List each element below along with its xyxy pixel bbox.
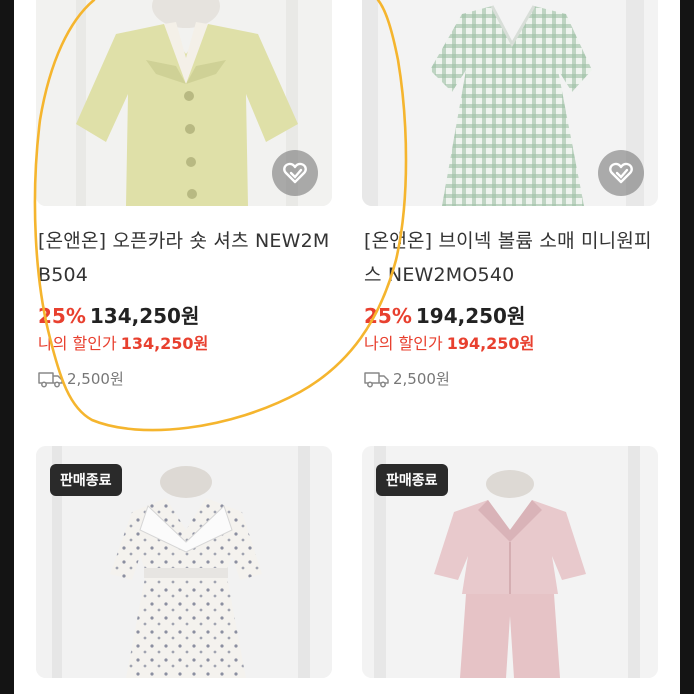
my-price-label: 나의 할인가 [364, 334, 443, 353]
shipping-fee: 2,500원 [364, 368, 450, 389]
heart-icon [609, 162, 633, 184]
price-row: 25% 134,250원 [38, 300, 199, 329]
screen-frame-right [680, 0, 694, 694]
shipping-amount: 2,500원 [67, 370, 124, 388]
truck-icon [364, 371, 389, 387]
product-card[interactable]: [온앤온] 브이넥 볼륨 소매 미니원피스 NEW2MO540 25% 194,2… [362, 0, 658, 424]
my-discount-price: 나의 할인가 194,250원 [364, 330, 534, 354]
sale-price: 134,250원 [89, 304, 200, 328]
my-price-amount: 194,250원 [446, 334, 535, 353]
product-title[interactable]: [온앤온] 브이넥 볼륨 소매 미니원피스 NEW2MO540 [364, 224, 656, 292]
product-image[interactable]: 판매종료 [362, 446, 658, 678]
sold-out-badge: 판매종료 [50, 464, 122, 496]
wishlist-button[interactable] [598, 150, 644, 196]
product-title[interactable]: [온앤온] 오픈카라 숏 셔츠 NEW2MB504 [38, 224, 330, 292]
sold-out-badge: 판매종료 [376, 464, 448, 496]
truck-icon [38, 371, 63, 387]
price-row: 25% 194,250원 [364, 300, 525, 329]
my-price-amount: 134,250원 [120, 334, 209, 353]
heart-icon [283, 162, 307, 184]
product-image[interactable] [36, 0, 332, 206]
discount-rate: 25% [38, 304, 86, 328]
shipping-amount: 2,500원 [393, 370, 450, 388]
my-price-label: 나의 할인가 [38, 334, 117, 353]
my-discount-price: 나의 할인가 134,250원 [38, 330, 208, 354]
product-card[interactable]: 판매종료 [362, 446, 658, 694]
wishlist-button[interactable] [272, 150, 318, 196]
product-card[interactable]: 판매종료 [36, 446, 332, 694]
sale-price: 194,250원 [415, 304, 526, 328]
screen-frame-left [0, 0, 14, 694]
product-image[interactable]: 판매종료 [36, 446, 332, 678]
product-card[interactable]: [온앤온] 오픈카라 숏 셔츠 NEW2MB504 25% 134,250원 나의… [36, 0, 332, 424]
discount-rate: 25% [364, 304, 412, 328]
shipping-fee: 2,500원 [38, 368, 124, 389]
product-image[interactable] [362, 0, 658, 206]
